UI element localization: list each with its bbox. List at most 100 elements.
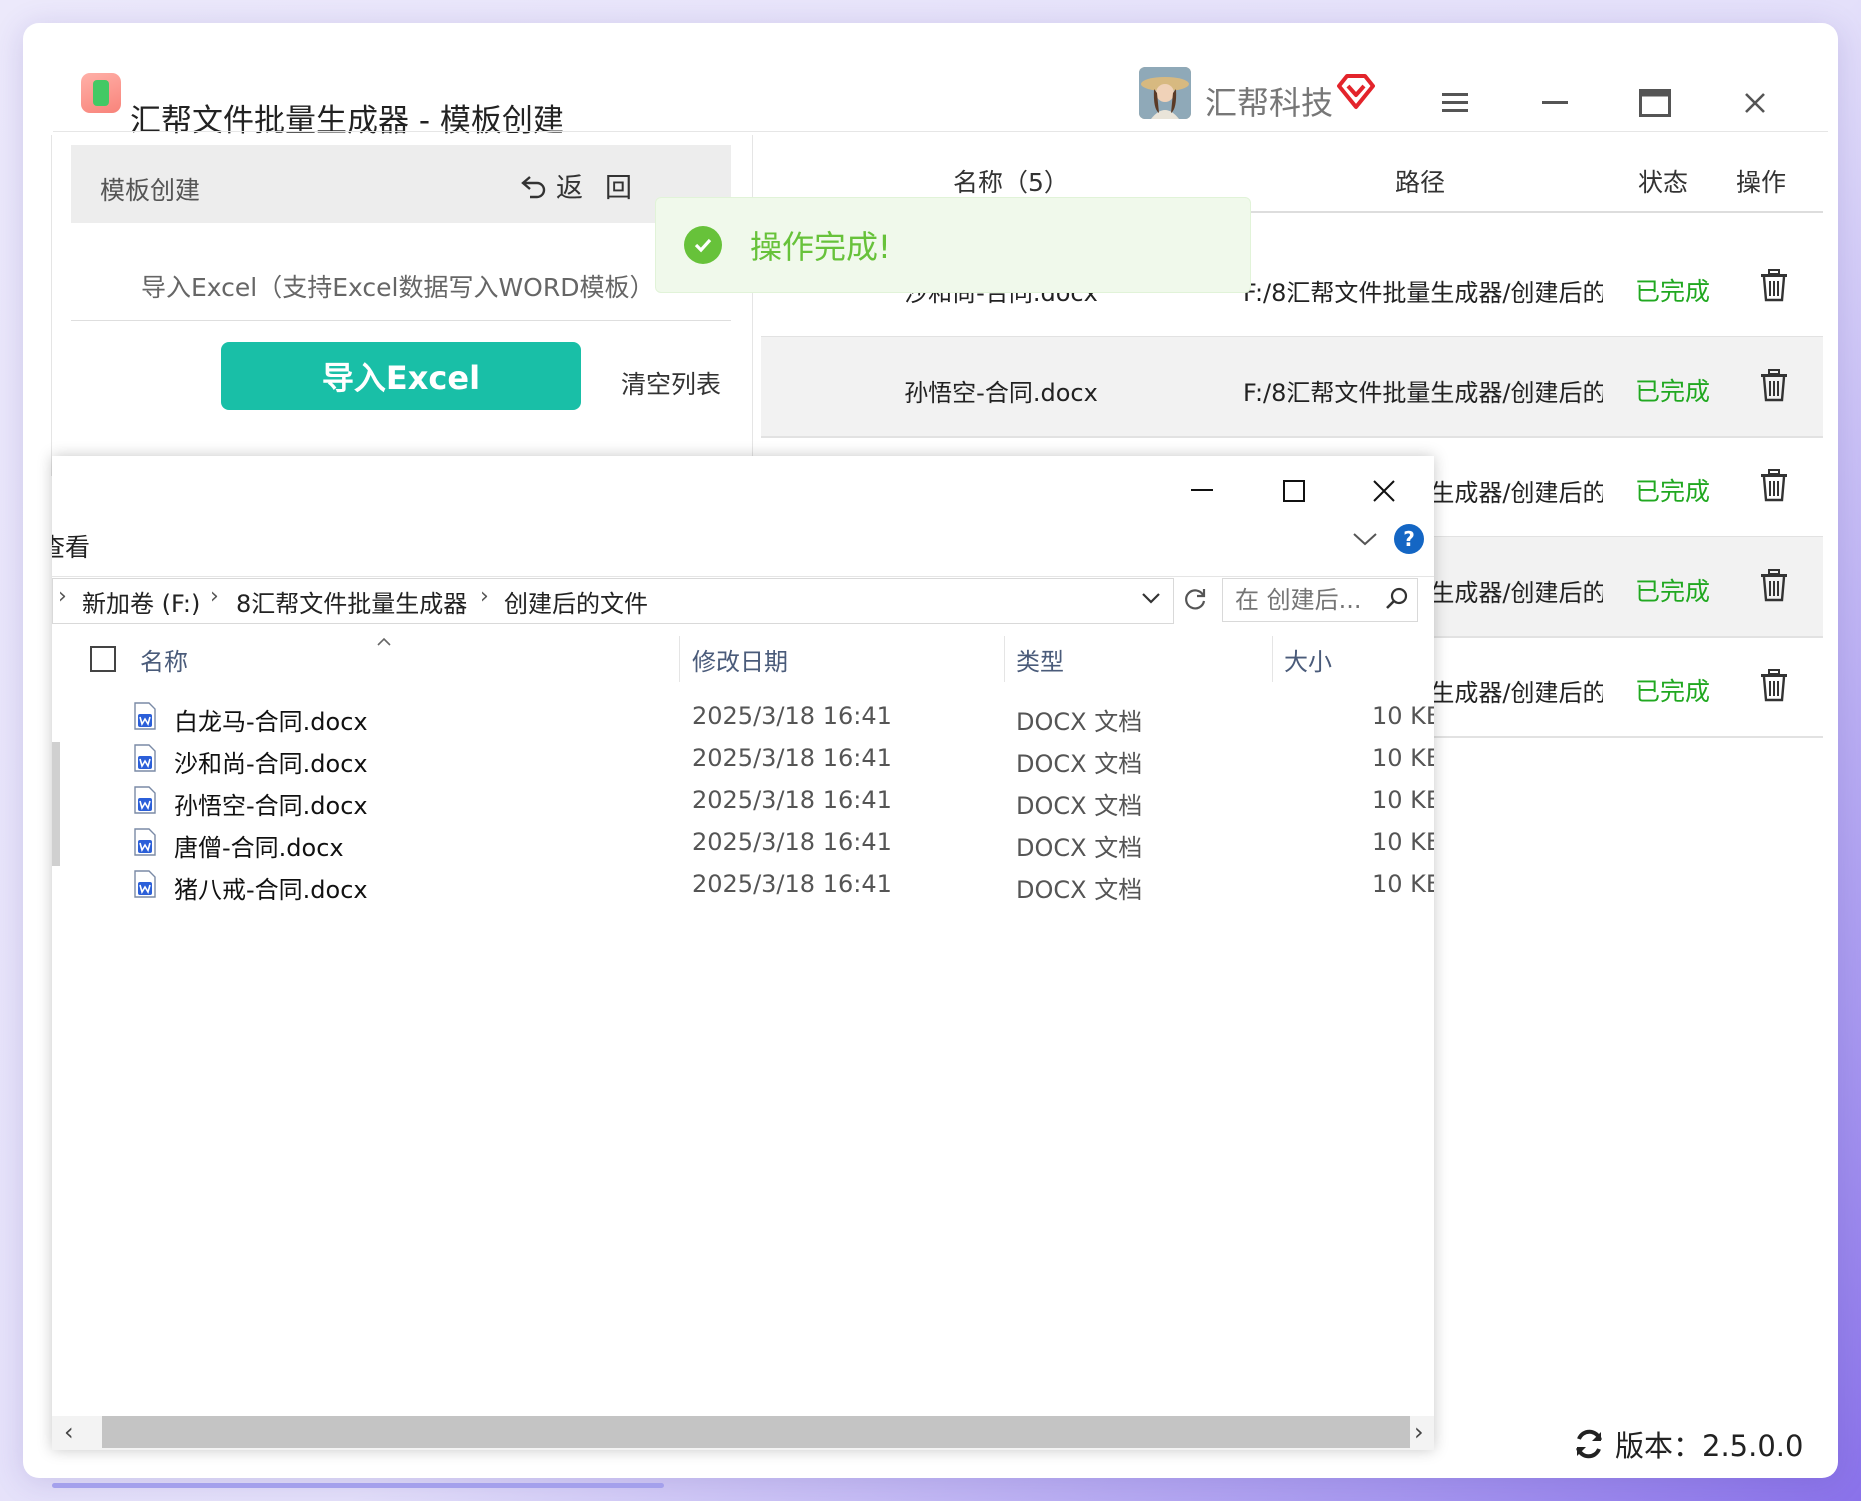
delete-row-button[interactable]	[1756, 267, 1792, 303]
delete-row-button[interactable]	[1756, 567, 1792, 603]
file-list-item[interactable]: 孙悟空-合同.docx 2025/3/18 16:41 DOCX 文档 10 KB	[52, 780, 1434, 822]
nav-pane-scrollbar[interactable]	[52, 742, 60, 866]
word-document-icon	[134, 870, 156, 898]
back-button-label-2: 回	[605, 173, 632, 204]
user-avatar[interactable]	[1139, 67, 1191, 119]
help-icon[interactable]: ?	[1394, 524, 1424, 554]
row-file-path: F:/8汇帮文件批量生成器/创建后的	[1243, 279, 1603, 307]
breadcrumb-item[interactable]: 新加卷 (F:)	[82, 584, 200, 619]
column-header-size[interactable]: 大小	[1284, 642, 1332, 677]
file-modified-date: 2025/3/18 16:41	[692, 870, 892, 898]
app-logo-icon	[81, 73, 121, 113]
left-panel-title: 模板创建	[100, 176, 201, 205]
back-button[interactable]: 返 回	[520, 166, 632, 205]
table-row: 孙悟空-合同.docx F:/8汇帮文件批量生成器/创建后的 已完成	[761, 337, 1823, 438]
back-button-label: 返	[556, 173, 583, 204]
version-info[interactable]: 版本：2.5.0.0	[1573, 1423, 1803, 1465]
header-divider	[53, 131, 1828, 132]
scroll-left-icon[interactable]: ‹	[64, 1418, 74, 1446]
search-input[interactable]	[1233, 579, 1387, 621]
taskbar-indicator	[52, 1483, 664, 1488]
explorer-ribbon	[52, 518, 1434, 577]
brand-name: 汇帮科技	[1205, 84, 1334, 122]
file-type: DOCX 文档	[1016, 834, 1143, 862]
app-title: 汇帮文件批量生成器 - 模板创建	[130, 103, 564, 139]
check-circle-icon	[684, 226, 722, 264]
clear-list-button[interactable]: 清空列表	[621, 365, 721, 401]
breadcrumb-item[interactable]: 创建后的文件	[504, 584, 648, 619]
file-size: 10 KB	[1372, 786, 1434, 814]
address-history-chevron-icon[interactable]	[1140, 588, 1162, 612]
chevron-down-icon[interactable]	[1352, 528, 1378, 552]
file-list-item[interactable]: 唐僧-合同.docx 2025/3/18 16:41 DOCX 文档 10 KB	[52, 822, 1434, 864]
trash-icon	[1761, 269, 1787, 302]
word-document-icon	[134, 828, 156, 856]
file-name: 沙和尚-合同.docx	[174, 750, 368, 778]
breadcrumb-chevron-icon: ›	[480, 584, 489, 609]
ribbon-view-tab[interactable]: 查看	[52, 528, 90, 564]
trash-icon	[1761, 469, 1787, 502]
breadcrumb-chevron-icon: ›	[210, 584, 219, 609]
trash-icon	[1761, 369, 1787, 402]
column-header-name[interactable]: 名称	[140, 642, 188, 677]
maximize-button[interactable]	[1625, 75, 1685, 131]
file-name: 孙悟空-合同.docx	[174, 792, 368, 820]
row-file-name: 孙悟空-合同.docx	[904, 379, 1098, 407]
select-all-checkbox[interactable]	[90, 646, 116, 672]
row-status-badge: 已完成	[1635, 277, 1711, 306]
import-excel-button[interactable]: 导入Excel	[221, 342, 581, 410]
close-icon	[1373, 480, 1395, 502]
word-document-icon	[134, 786, 156, 814]
close-button[interactable]	[1725, 75, 1785, 131]
column-divider	[679, 636, 680, 682]
scroll-right-icon[interactable]: ›	[1414, 1418, 1424, 1446]
file-type: DOCX 文档	[1016, 708, 1143, 736]
row-status-badge: 已完成	[1635, 577, 1711, 606]
refresh-icon[interactable]	[1182, 586, 1208, 616]
column-header-date[interactable]: 修改日期	[692, 642, 788, 677]
delete-row-button[interactable]	[1756, 467, 1792, 503]
hint-divider	[71, 320, 731, 321]
file-size: 10 KB	[1372, 744, 1434, 772]
row-status-badge: 已完成	[1635, 377, 1711, 406]
file-list-item[interactable]: 沙和尚-合同.docx 2025/3/18 16:41 DOCX 文档 10 KB	[52, 738, 1434, 780]
row-status-badge: 已完成	[1635, 477, 1711, 506]
file-list-item[interactable]: 白龙马-合同.docx 2025/3/18 16:41 DOCX 文档 10 KB	[52, 696, 1434, 738]
file-type: DOCX 文档	[1016, 792, 1143, 820]
vip-diamond-icon[interactable]	[1336, 71, 1376, 111]
horizontal-scrollbar-thumb[interactable]	[102, 1416, 1410, 1448]
file-name: 唐僧-合同.docx	[174, 834, 344, 862]
import-hint: 导入Excel（支持Excel数据写入WORD模板）	[141, 273, 655, 302]
delete-row-button[interactable]	[1756, 367, 1792, 403]
file-list-item[interactable]: 猪八戒-合同.docx 2025/3/18 16:41 DOCX 文档 10 KB	[52, 864, 1434, 906]
explorer-minimize-button[interactable]	[1172, 466, 1232, 516]
file-type: DOCX 文档	[1016, 750, 1143, 778]
column-header-type[interactable]: 类型	[1016, 642, 1064, 677]
file-explorer-window: 查看 ? › 新加卷 (F:) › 8汇帮文件批量生成器 › 创建后的文件 名称…	[52, 456, 1434, 1450]
file-type: DOCX 文档	[1016, 876, 1143, 904]
minimize-icon	[1542, 101, 1568, 104]
explorer-maximize-button[interactable]	[1264, 466, 1324, 516]
file-modified-date: 2025/3/18 16:41	[692, 786, 892, 814]
column-action: 操作	[1736, 168, 1787, 197]
close-icon	[1745, 93, 1765, 113]
maximize-icon	[1283, 480, 1305, 502]
row-file-path: F:/8汇帮文件批量生成器/创建后的	[1243, 379, 1603, 407]
column-divider	[1004, 636, 1005, 682]
word-document-icon	[134, 702, 156, 730]
maximize-icon	[1639, 89, 1671, 117]
minimize-button[interactable]	[1525, 75, 1585, 131]
breadcrumb-item[interactable]: 8汇帮文件批量生成器	[236, 584, 467, 619]
sort-ascending-icon	[376, 632, 392, 651]
menu-button[interactable]	[1425, 75, 1485, 131]
toast-message: 操作完成!	[750, 228, 891, 266]
column-name: 名称（5）	[953, 168, 1069, 197]
file-size: 10 KB	[1372, 870, 1434, 898]
delete-row-button[interactable]	[1756, 667, 1792, 703]
file-modified-date: 2025/3/18 16:41	[692, 744, 892, 772]
hamburger-icon	[1442, 93, 1468, 112]
trash-icon	[1761, 569, 1787, 602]
explorer-close-button[interactable]	[1354, 466, 1414, 516]
file-size: 10 KB	[1372, 828, 1434, 856]
trash-icon	[1761, 669, 1787, 702]
